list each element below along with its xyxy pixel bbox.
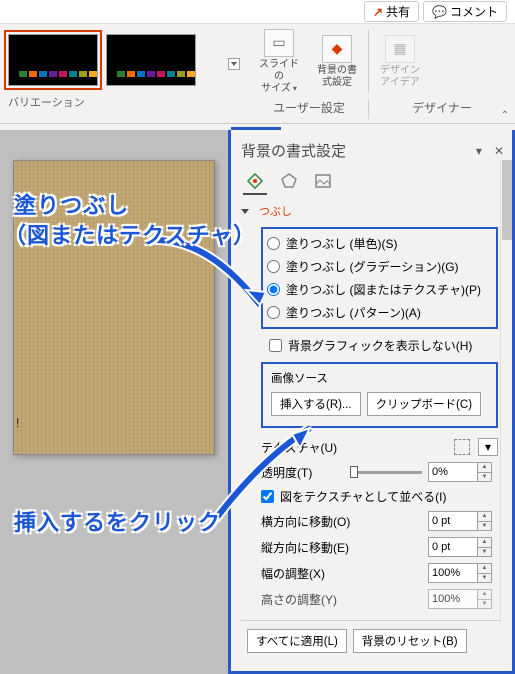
scale-x-spinner[interactable]: ▲▼ <box>428 563 498 583</box>
design-ideas-icon: ▦ <box>385 35 415 63</box>
pentagon-icon <box>280 172 298 190</box>
image-source-label: 画像ソース <box>271 370 488 386</box>
variation-more-button[interactable] <box>228 58 240 70</box>
color-swatches <box>19 71 97 77</box>
variation-group-label: バリエーション <box>0 94 250 110</box>
scale-y-row: 高さの調整(Y) ▲▼ <box>261 589 498 609</box>
design-ideas-button: ▦ デザイン アイデア <box>371 24 429 99</box>
scale-y-spinner[interactable]: ▲▼ <box>428 589 498 609</box>
offset-x-spinner[interactable]: ▲▼ <box>428 511 498 531</box>
offset-y-row: 縦方向に移動(E) ▲▼ <box>261 537 498 557</box>
group-label-designer: デザイナー <box>369 99 515 119</box>
picture-icon <box>314 172 332 190</box>
apply-all-button[interactable]: すべてに適用(L) <box>247 629 347 653</box>
fill-section-header[interactable]: つぶし <box>241 203 504 219</box>
fill-picture-radio[interactable]: 塗りつぶし (図またはテクスチャ)(P) <box>267 281 492 298</box>
variation-thumb[interactable] <box>8 34 98 86</box>
fill-type-group: 塗りつぶし (単色)(S) 塗りつぶし (グラデーション)(G) 塗りつぶし (… <box>261 227 498 329</box>
slide-canvas-area: ! <box>0 130 228 674</box>
slide-size-icon: ▭ <box>264 29 294 57</box>
slide-preview[interactable]: ! <box>13 160 215 455</box>
picture-tab[interactable] <box>313 171 333 191</box>
pane-title: 背景の書式設定 <box>241 140 346 161</box>
ribbon: バリエーション ▭ スライドの サイズ ◆ 背景の書 式設定 ▦ デザイン アイ… <box>0 24 515 124</box>
offset-y-spinner[interactable]: ▲▼ <box>428 537 498 557</box>
slide-size-button[interactable]: ▭ スライドの サイズ <box>250 24 308 99</box>
format-bg-icon: ◆ <box>322 35 352 63</box>
transparency-slider[interactable] <box>352 471 422 474</box>
placeholder-mark: ! <box>16 416 19 430</box>
pane-scrollbar[interactable] <box>500 160 512 623</box>
pane-close-button[interactable]: ✕ <box>494 144 504 158</box>
clipboard-button[interactable]: クリップボード(C) <box>367 392 481 416</box>
hide-bg-checkbox[interactable]: 背景グラフィックを表示しない(H) <box>269 337 498 354</box>
texture-row: テクスチャ(U) ▾ <box>261 438 498 456</box>
fill-solid-radio[interactable]: 塗りつぶし (単色)(S) <box>267 235 492 252</box>
ribbon-collapse-button[interactable]: ⌃ <box>501 110 509 121</box>
transparency-row: 透明度(T) ▲▼ <box>261 462 498 482</box>
pane-tabs <box>241 171 504 191</box>
share-button[interactable]: ↗共有 <box>364 1 419 22</box>
insert-button[interactable]: 挿入する(R)... <box>271 392 361 416</box>
comment-button[interactable]: 💬コメント <box>423 1 507 22</box>
caret-down-icon <box>241 209 249 214</box>
variation-gallery[interactable] <box>0 24 250 94</box>
reset-background-button[interactable]: 背景のリセット(B) <box>353 629 467 653</box>
fill-tab[interactable] <box>245 171 265 191</box>
format-background-button[interactable]: ◆ 背景の書 式設定 <box>308 24 366 99</box>
texture-swatch <box>454 439 470 455</box>
effects-tab[interactable] <box>279 171 299 191</box>
transparency-spinner[interactable]: ▲▼ <box>428 462 498 482</box>
scale-x-row: 幅の調整(X) ▲▼ <box>261 563 498 583</box>
group-label-user: ユーザー設定 <box>250 99 368 119</box>
fill-pattern-radio[interactable]: 塗りつぶし (パターン)(A) <box>267 304 492 321</box>
image-source-group: 画像ソース 挿入する(R)... クリップボード(C) <box>261 362 498 428</box>
title-bar: ↗共有 💬コメント <box>0 0 515 24</box>
texture-dropdown[interactable]: ▾ <box>478 438 498 456</box>
pane-options-button[interactable]: ▾ <box>476 144 482 158</box>
variation-thumb[interactable] <box>106 34 196 86</box>
format-background-pane: 背景の書式設定 ▾ ✕ つぶし <box>228 130 515 674</box>
color-swatches <box>117 71 195 77</box>
offset-x-row: 横方向に移動(O) ▲▼ <box>261 511 498 531</box>
fill-gradient-radio[interactable]: 塗りつぶし (グラデーション)(G) <box>267 258 492 275</box>
tile-checkbox[interactable]: 図をテクスチャとして並べる(I) <box>261 488 498 505</box>
paint-bucket-icon <box>246 172 264 190</box>
